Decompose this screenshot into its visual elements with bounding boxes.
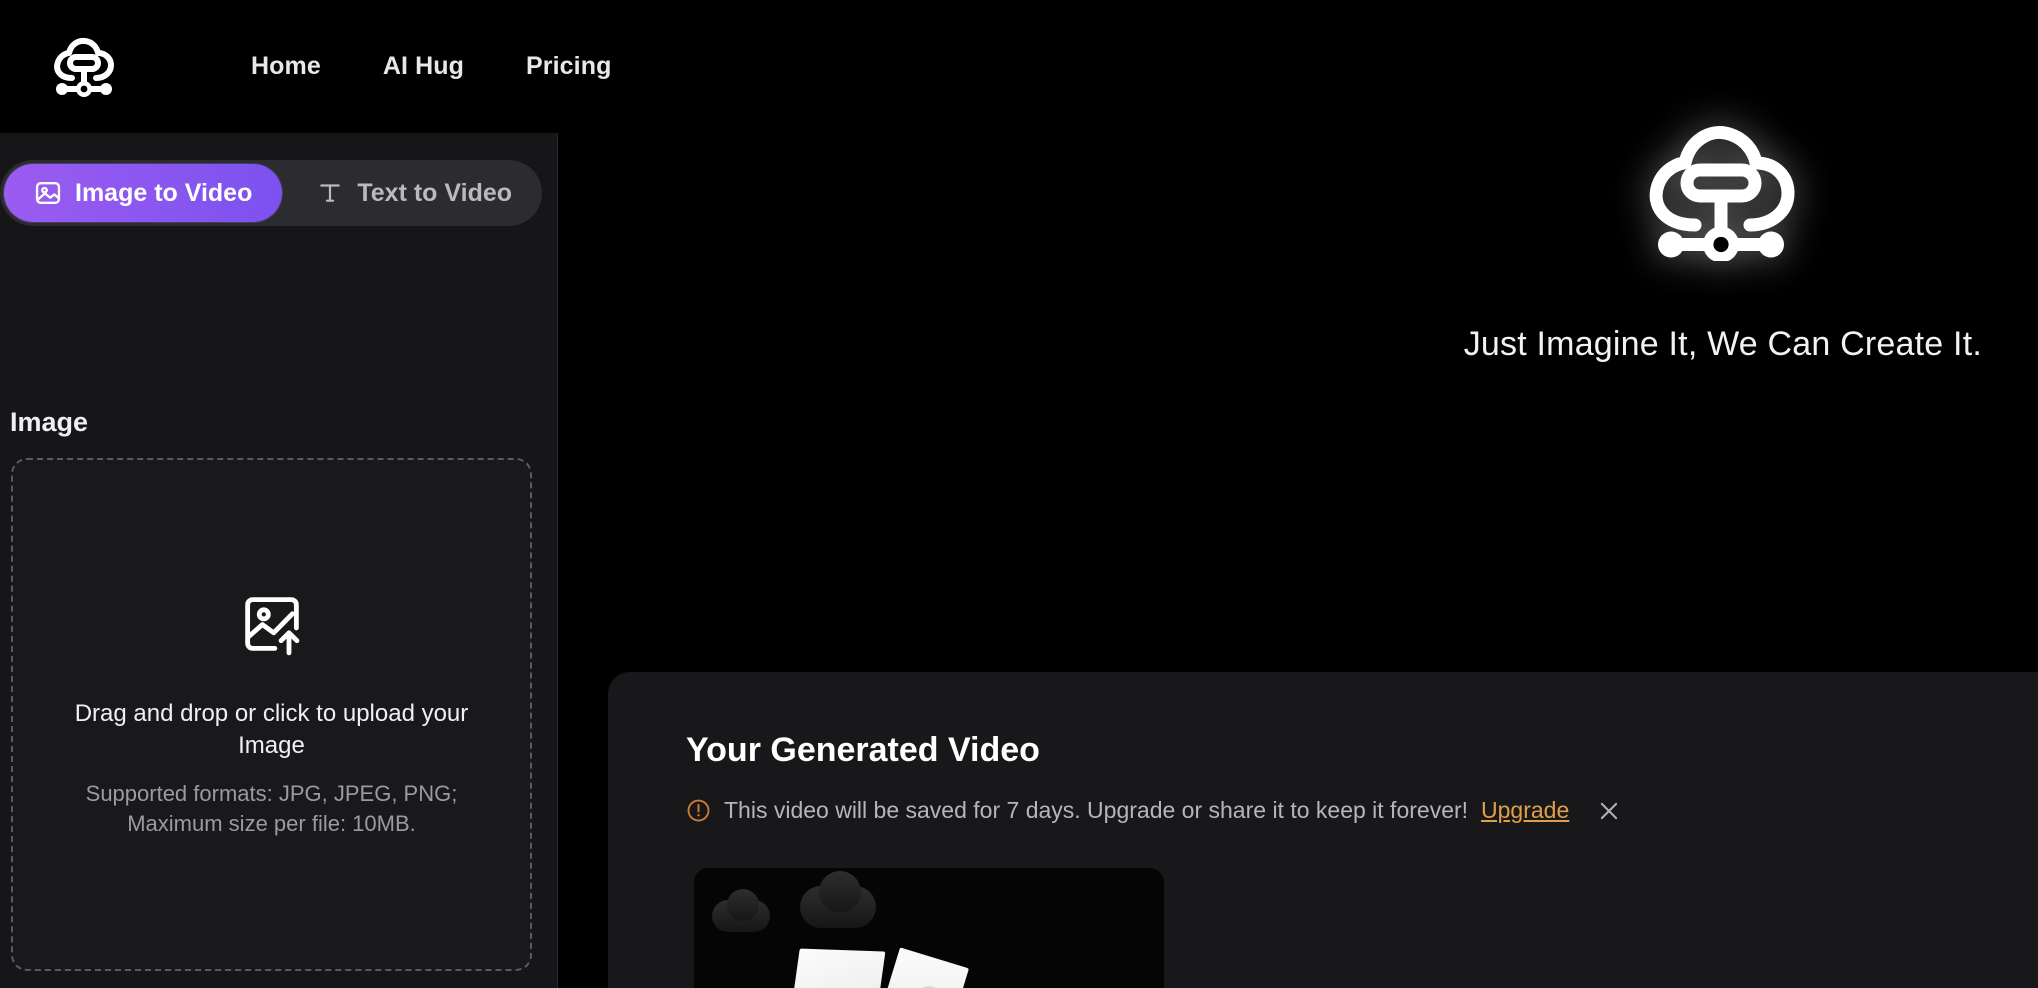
thumb-paper-left [788, 948, 886, 988]
nav-links: Home AI Hug Pricing [220, 52, 642, 81]
hero-tagline: Just Imagine It, We Can Create It. [1463, 325, 1982, 363]
generated-video-panel: Your Generated Video This video will be … [608, 672, 2038, 988]
mode-tab-switch: Image to Video Text to Video [0, 160, 542, 226]
nav-item-ai-hug[interactable]: AI Hug [352, 52, 495, 81]
hero-cloud-network-logo-icon [1631, 121, 1811, 261]
image-upload-icon [238, 590, 306, 658]
tab-text-to-video[interactable]: Text to Video [286, 164, 542, 222]
cloud-network-logo-icon[interactable] [46, 29, 122, 105]
image-section-title: Image [10, 407, 89, 437]
app-root: Home AI Hug Pricing Image to Video Text … [0, 0, 2038, 988]
close-icon[interactable] [1596, 798, 1622, 824]
nav-item-home[interactable]: Home [220, 52, 352, 81]
tab-image-to-video-label: Image to Video [75, 178, 253, 207]
generated-video-title: Your Generated Video [686, 731, 1040, 769]
dropzone-maxsize-line: Maximum size per file: 10MB. [127, 810, 416, 836]
retention-notice: This video will be saved for 7 days. Upg… [686, 797, 1622, 824]
generated-video-thumbnail[interactable] [694, 868, 1164, 988]
top-navbar: Home AI Hug Pricing [0, 0, 2038, 133]
left-panel: Image to Video Text to Video Image Drag … [0, 133, 558, 988]
image-icon [34, 179, 62, 207]
tab-text-to-video-label: Text to Video [357, 178, 513, 207]
thumb-cloud-large-top [819, 871, 861, 913]
text-icon [316, 179, 344, 207]
tab-image-to-video[interactable]: Image to Video [4, 164, 283, 222]
dropzone-main-text: Drag and drop or click to upload your Im… [74, 700, 469, 760]
warning-circle-icon [686, 798, 711, 823]
nav-item-pricing[interactable]: Pricing [495, 52, 642, 81]
dropzone-sub-text: Supported formats: JPG, JPEG, PNG; Maxim… [52, 779, 492, 838]
thumb-cloud-small-top [727, 889, 759, 921]
dropzone-formats-line: Supported formats: JPG, JPEG, PNG; [85, 781, 458, 807]
thumb-paper-right [875, 947, 969, 988]
hero-area: Just Imagine It, We Can Create It. [558, 126, 2038, 670]
retention-notice-text: This video will be saved for 7 days. Upg… [724, 797, 1469, 823]
image-dropzone[interactable]: Drag and drop or click to upload your Im… [11, 458, 532, 971]
upgrade-link[interactable]: Upgrade [1481, 797, 1569, 824]
